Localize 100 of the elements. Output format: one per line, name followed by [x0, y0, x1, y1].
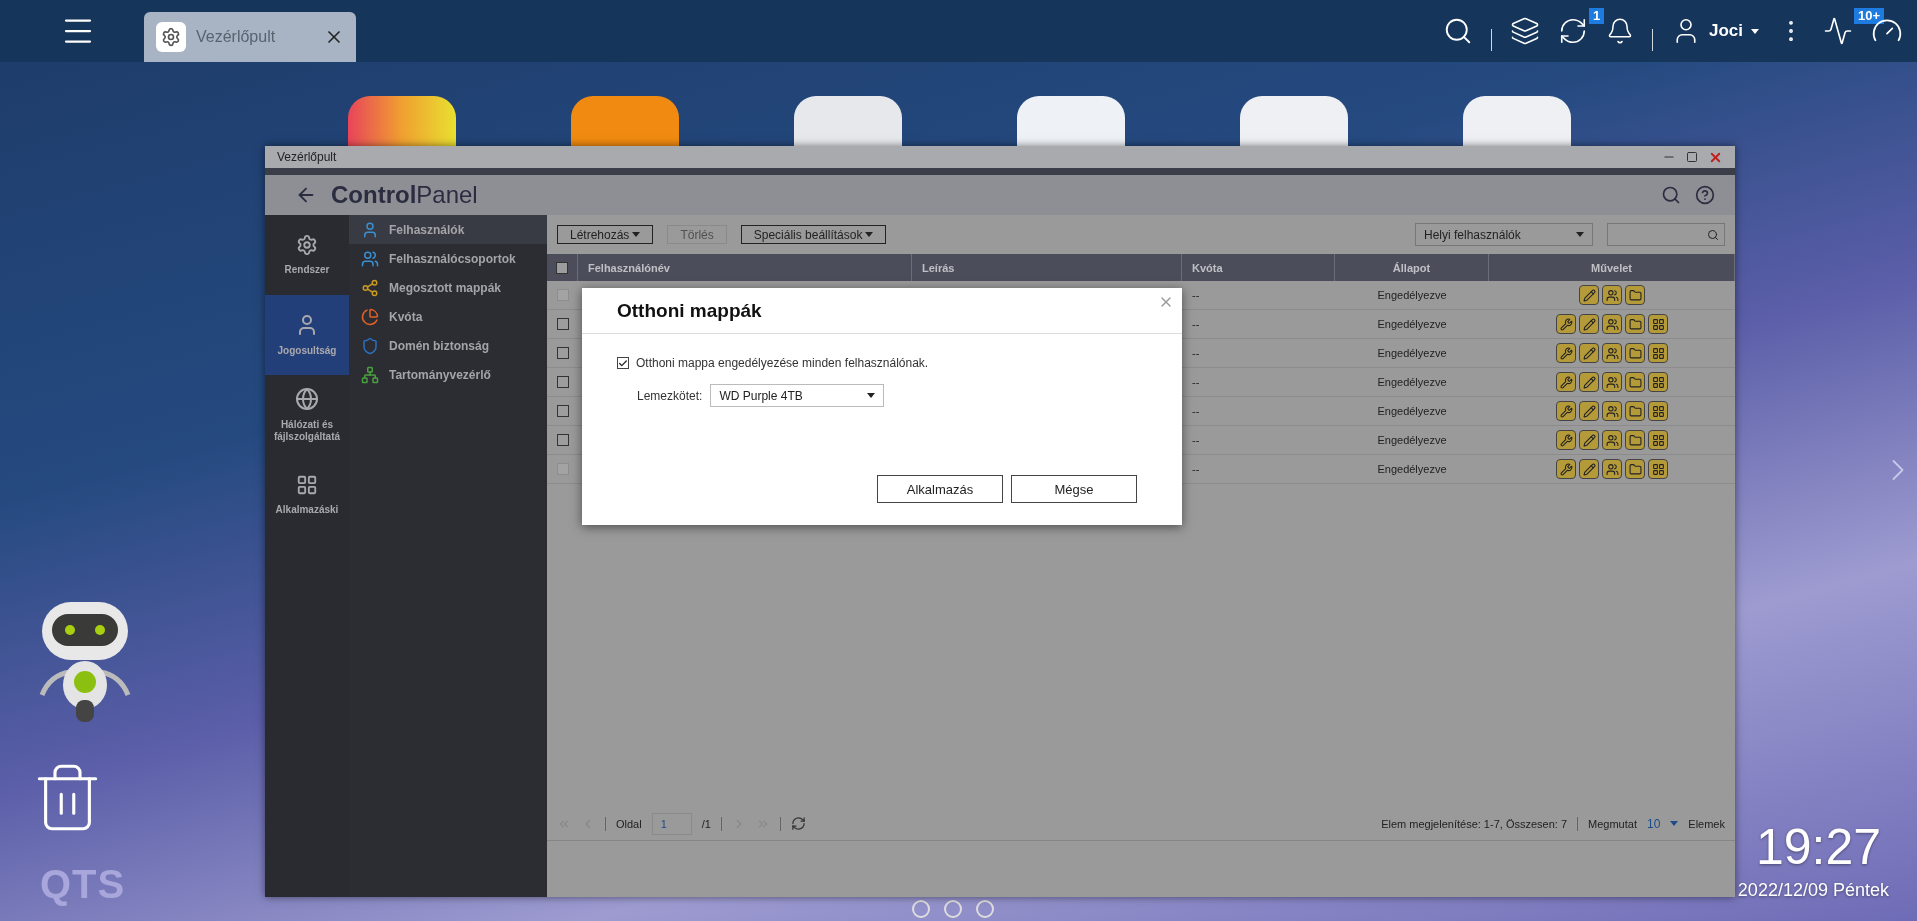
tool-icon[interactable] [1556, 401, 1576, 421]
tab-label: Vezérlőpult [196, 28, 276, 46]
checkbox[interactable] [556, 434, 569, 446]
folder-icon[interactable] [1625, 372, 1645, 392]
tool-icon[interactable] [1556, 459, 1576, 479]
table-cell: -- [1192, 318, 1200, 330]
sidebar-label: Megosztott mappák [389, 280, 501, 295]
toolbar-button[interactable]: Létrehozás [557, 225, 654, 244]
dialog-title: Otthoni mappák [617, 299, 762, 322]
edit-icon[interactable] [1579, 372, 1599, 392]
edit-icon[interactable] [1579, 430, 1599, 450]
pie-chart-icon [361, 307, 379, 326]
category-label: Jogosultság [276, 345, 338, 357]
sidebar-item[interactable]: Tartományvezérlő [349, 360, 547, 389]
dialog-button[interactable]: Alkalmazás [877, 475, 1003, 503]
category-item[interactable]: Alkalmazáski [265, 455, 349, 535]
grid-icon[interactable] [1648, 430, 1668, 450]
grid-icon[interactable] [1648, 343, 1668, 363]
tool-icon[interactable] [1556, 430, 1576, 450]
folder-icon[interactable] [1625, 314, 1645, 334]
grid-icon[interactable] [1648, 459, 1668, 479]
sidebar-label: Felhasználók [389, 222, 465, 237]
layers-icon[interactable] [1509, 16, 1540, 46]
user-icon [361, 220, 379, 239]
notification-badge: 10+ [1854, 8, 1885, 24]
item-summary: Elem megjelenítése: 1-7, Összesen: 7 [1381, 817, 1568, 830]
page-dot[interactable] [912, 900, 930, 918]
checkbox[interactable] [556, 347, 569, 359]
sidebar-item[interactable]: Felhasználócsoportok [349, 244, 547, 273]
page-field[interactable]: 1 [651, 812, 692, 835]
date: 2022/12/09 Péntek [1737, 880, 1889, 901]
page-total: /1 [701, 817, 711, 830]
volume-select[interactable]: WD Purple 4TB [710, 384, 885, 407]
tool-icon[interactable] [1556, 343, 1576, 363]
checkbox-label: Otthoni mappa engedélyezése minden felhasználónak. [636, 356, 929, 370]
grid-icon[interactable] [1648, 314, 1668, 334]
users-icon[interactable] [1602, 372, 1622, 392]
edit-icon[interactable] [1579, 401, 1599, 421]
table-cell: Engedélyezve [1377, 376, 1447, 388]
search-field[interactable] [1607, 223, 1725, 246]
folder-icon[interactable] [1625, 430, 1645, 450]
app-icon[interactable] [1017, 96, 1125, 146]
refresh-icon[interactable] [790, 816, 806, 831]
table-cell: Engedélyezve [1377, 318, 1447, 330]
caret-icon[interactable] [1670, 821, 1679, 826]
folder-icon[interactable] [1625, 285, 1645, 305]
category-item[interactable]: Hálózati és fájlszolgáltatá [265, 375, 349, 455]
sidebar-item[interactable]: Domén biztonság [349, 331, 547, 360]
app-tab[interactable]: Vezérlőpult [144, 12, 356, 62]
field-label: Lemezkötet: [637, 388, 703, 403]
per-page-select[interactable]: 10 [1646, 816, 1661, 831]
edit-icon[interactable] [1579, 343, 1599, 363]
folder-icon[interactable] [1625, 343, 1645, 363]
table-cell: -- [1192, 463, 1200, 475]
category-item[interactable]: Rendszer [265, 215, 349, 295]
help-icon[interactable] [1695, 185, 1715, 205]
edit-icon[interactable] [1579, 459, 1599, 479]
column-header: Művelet [1591, 261, 1632, 274]
tool-icon[interactable] [1556, 314, 1576, 334]
sidebar-item[interactable]: Felhasználók [349, 215, 547, 244]
folder-icon[interactable] [1625, 459, 1645, 479]
users-icon[interactable] [1602, 343, 1622, 363]
table-cell: Engedélyezve [1377, 434, 1447, 446]
checkbox[interactable] [617, 357, 629, 369]
category-item[interactable]: Jogosultság [265, 295, 349, 375]
edit-icon[interactable] [1579, 314, 1599, 334]
grid-icon [296, 474, 318, 496]
page-dot[interactable] [976, 900, 994, 918]
sidebar-label: Tartományvezérlő [389, 367, 491, 382]
grid-icon[interactable] [1648, 372, 1668, 392]
users-icon[interactable] [1602, 459, 1622, 479]
edit-icon[interactable] [1579, 285, 1599, 305]
category-label: Rendszer [283, 264, 331, 276]
user-menu[interactable]: Joci [1670, 16, 1759, 46]
users-icon[interactable] [1602, 401, 1622, 421]
checkbox[interactable] [556, 261, 568, 274]
users-icon[interactable] [1602, 430, 1622, 450]
page-dot[interactable] [944, 900, 962, 918]
show-label: Megmutat [1588, 817, 1637, 830]
app-icon[interactable] [348, 96, 456, 146]
table-cell: -- [1192, 376, 1200, 388]
category-label: Alkalmazáski [274, 504, 340, 516]
checkbox[interactable] [556, 405, 569, 417]
sidebar-item[interactable]: Megosztott mappák [349, 273, 547, 302]
filter-select[interactable]: Helyi felhasználók [1415, 223, 1593, 246]
sidebar-item[interactable]: Kvóta [349, 302, 547, 331]
checkbox[interactable] [556, 376, 569, 388]
users-icon[interactable] [1602, 285, 1622, 305]
grid-icon[interactable] [1648, 401, 1668, 421]
dialog-button[interactable]: Mégse [1011, 475, 1137, 503]
column-header: Leírás [922, 261, 955, 274]
table-cell: Engedélyezve [1377, 347, 1447, 359]
toolbar-button[interactable]: Speciális beállítások [740, 225, 887, 244]
window-title: Vezérlőpult [277, 150, 337, 164]
checkbox[interactable] [556, 318, 569, 330]
settings-icon [296, 234, 318, 256]
tool-icon[interactable] [1556, 372, 1576, 392]
users-icon[interactable] [1602, 314, 1622, 334]
folder-icon[interactable] [1625, 401, 1645, 421]
maximize-icon[interactable] [1686, 151, 1698, 163]
